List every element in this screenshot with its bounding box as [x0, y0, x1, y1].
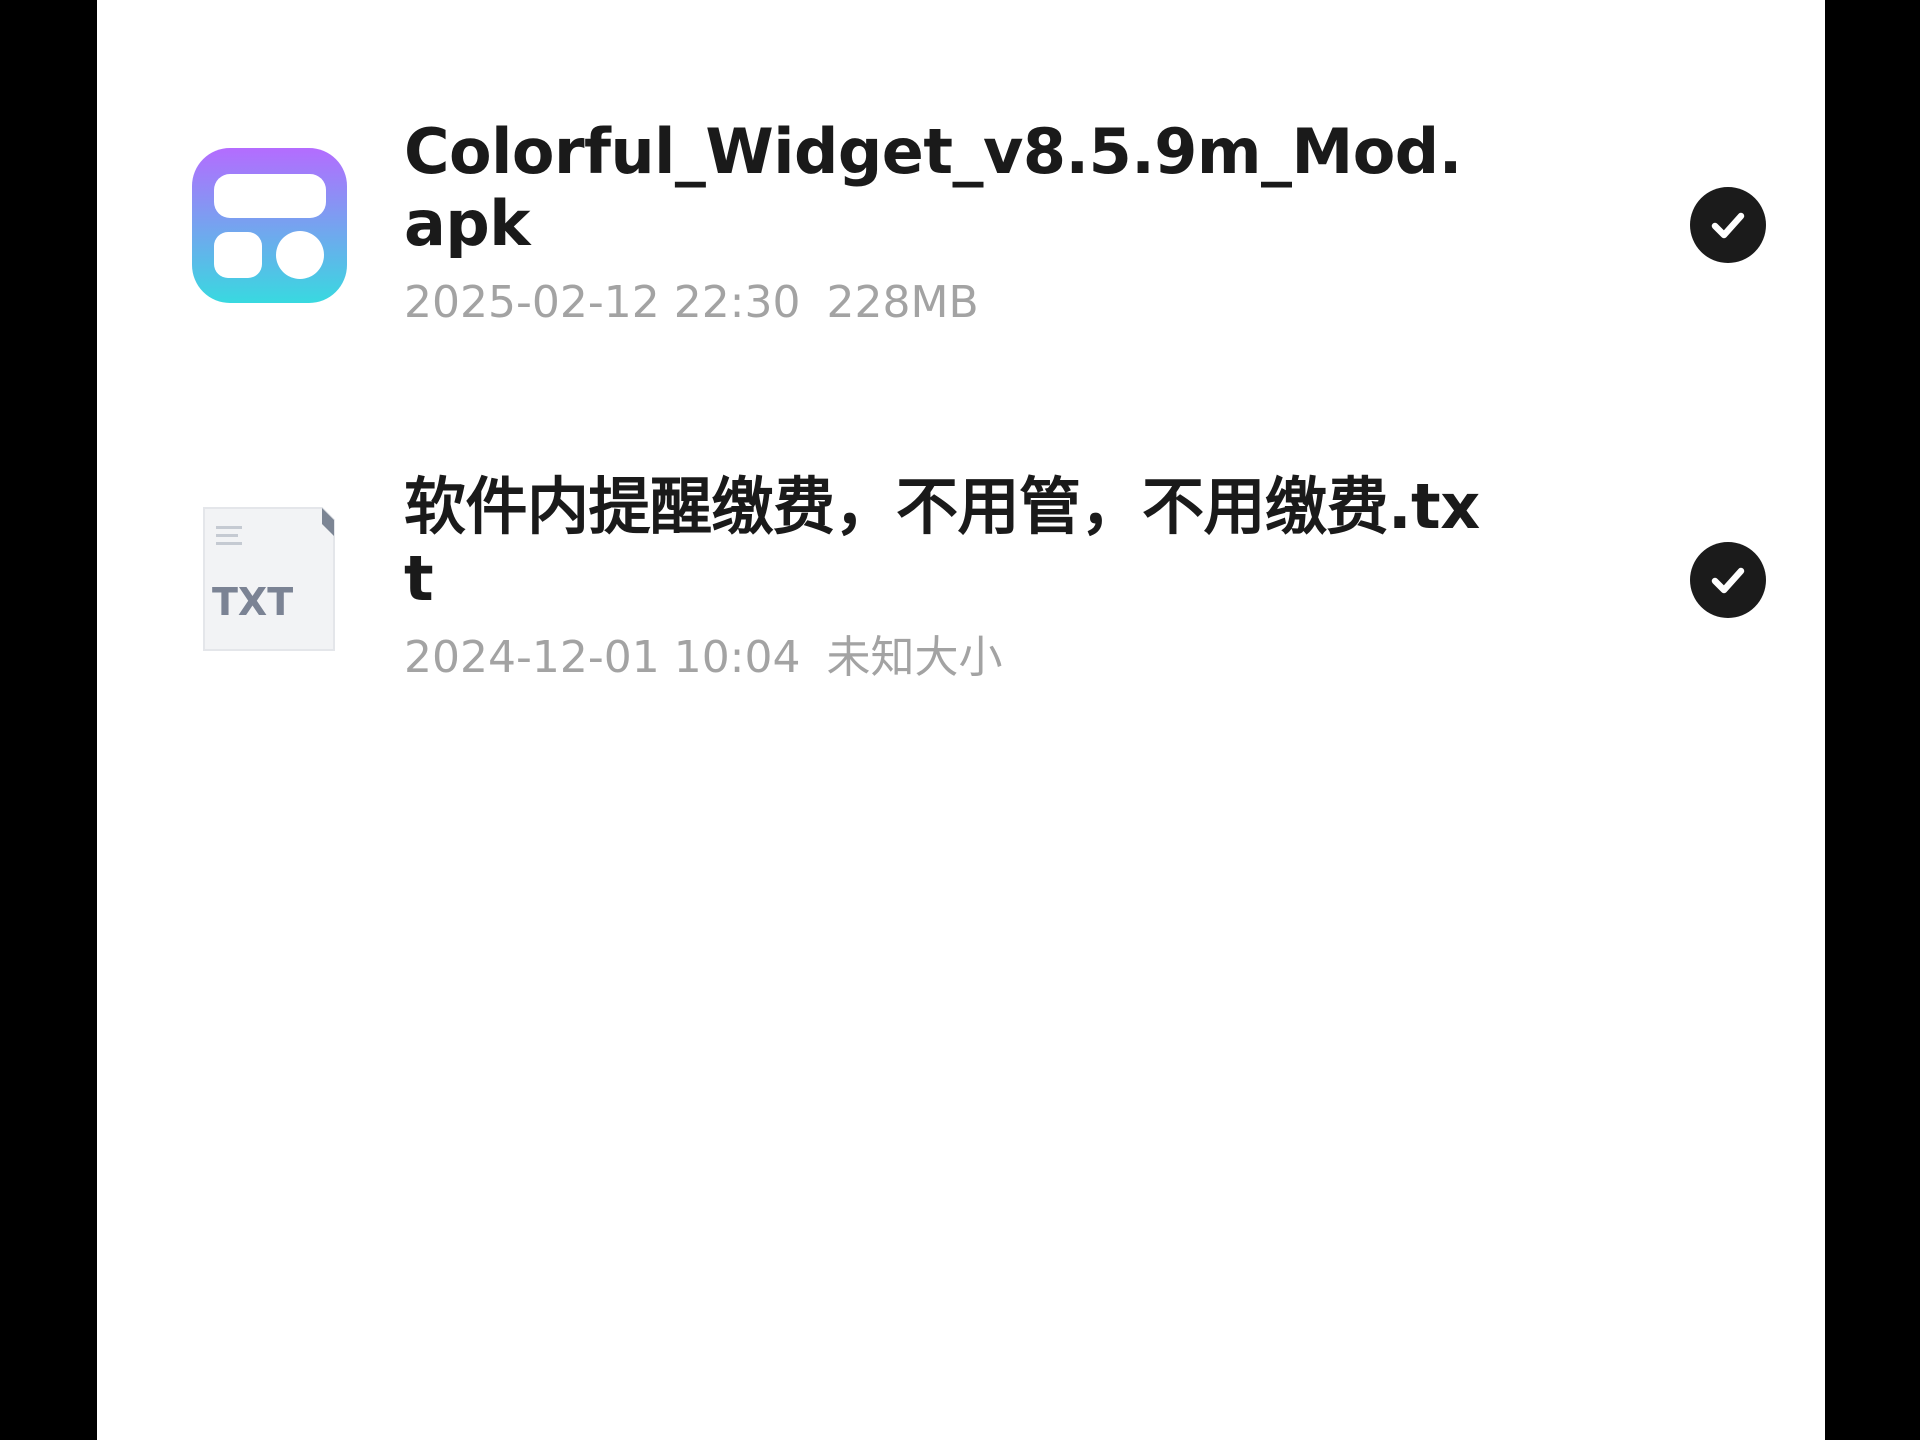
file-meta: 2025-02-12 22:30 228MB [404, 275, 979, 331]
file-meta: 2024-12-01 10:04 未知大小 [404, 630, 1003, 686]
file-list-item[interactable]: Colorful_Widget_v8.5.9m_Mod.apk 2025-02-… [97, 100, 1825, 400]
file-size: 228MB [826, 277, 979, 328]
file-date: 2025-02-12 22:30 [404, 277, 801, 328]
checkmark-icon [1711, 212, 1745, 239]
txt-icon-label: TXT [212, 580, 293, 624]
file-size: 未知大小 [826, 632, 1003, 683]
selected-check-button[interactable] [1690, 542, 1766, 618]
file-list-screen: Colorful_Widget_v8.5.9m_Mod.apk 2025-02-… [97, 0, 1825, 1440]
file-name: 软件内提醒缴费，不用管，不用缴费.txt [404, 470, 1480, 615]
colorful-widget-app-icon [192, 148, 347, 303]
checkmark-icon [1711, 567, 1745, 594]
txt-file-icon: TXT [192, 500, 347, 655]
selected-check-button[interactable] [1690, 187, 1766, 263]
file-date: 2024-12-01 10:04 [404, 632, 801, 683]
file-name: Colorful_Widget_v8.5.9m_Mod.apk [404, 115, 1462, 260]
file-list-item[interactable]: TXT 软件内提醒缴费，不用管，不用缴费.txt 2024-12-01 10:0… [97, 455, 1825, 755]
